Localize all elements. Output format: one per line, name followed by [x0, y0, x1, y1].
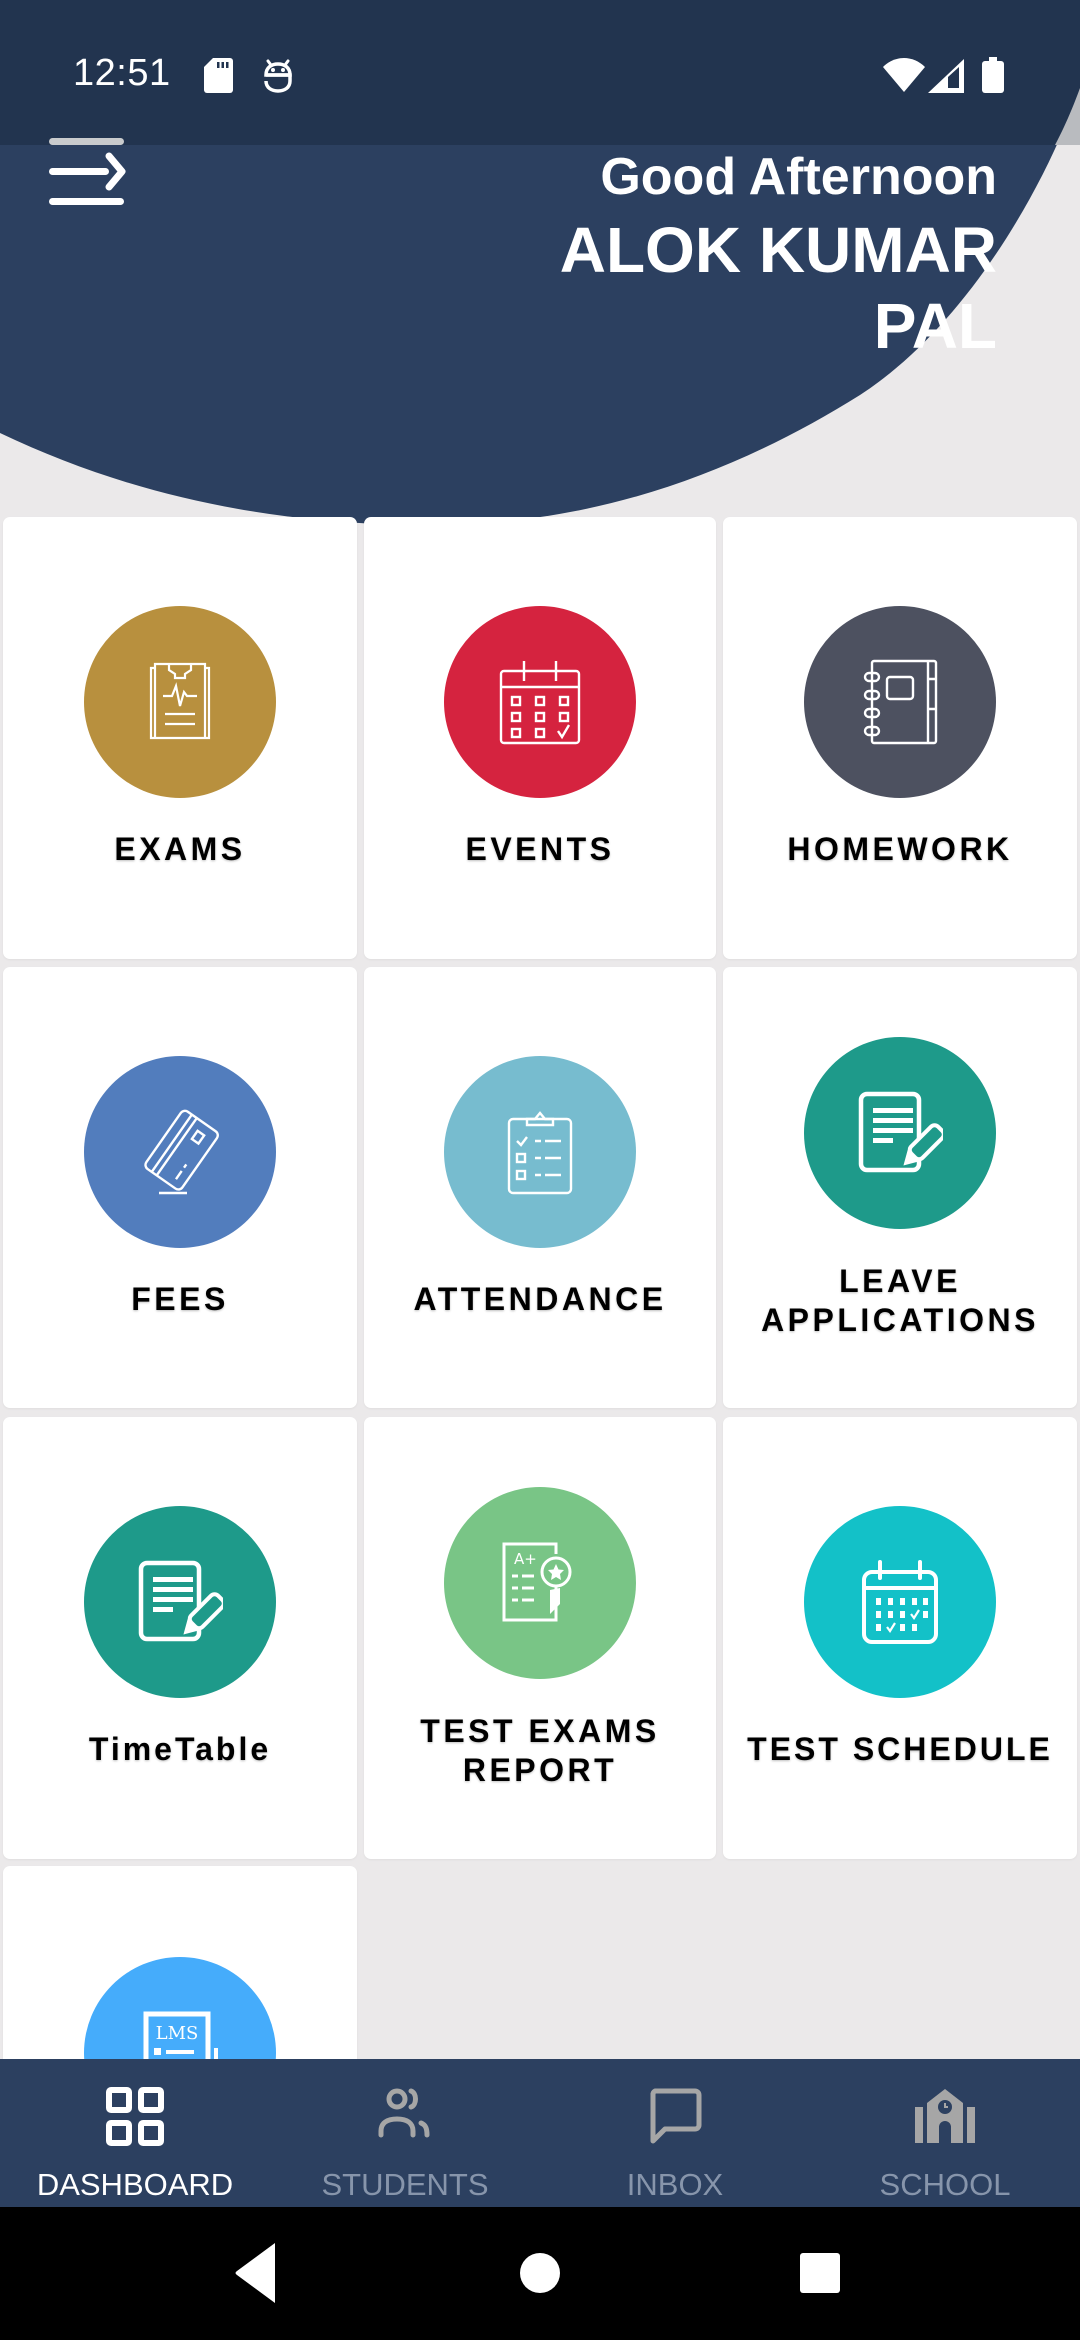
homework-icon-circle	[804, 606, 996, 798]
timetable-icon-circle	[84, 1506, 276, 1698]
people-icon	[378, 2088, 430, 2138]
exams-icon-circle	[84, 606, 276, 798]
nav-school[interactable]: SCHOOL	[810, 2059, 1080, 2207]
tile-test-schedule[interactable]: TEST SCHEDULE	[723, 1417, 1077, 1859]
tile-label: ATTENDANCE	[413, 1281, 667, 1317]
system-navigation-bar	[0, 2207, 1080, 2340]
svg-text:LMS: LMS	[156, 2023, 199, 2044]
test-report-icon-circle: A+	[444, 1487, 636, 1679]
dashboard-grid-icon	[106, 2087, 164, 2146]
battery-icon	[982, 57, 1004, 93]
nav-label: SCHOOL	[879, 2167, 1011, 2202]
svg-text:A+: A+	[514, 1550, 537, 1568]
tile-label-line1: TEST EXAMS	[420, 1713, 660, 1749]
fees-icon-circle	[84, 1056, 276, 1248]
tile-label-line1: LEAVE	[839, 1263, 961, 1299]
nav-label: INBOX	[626, 2167, 724, 2202]
greeting-block: Good Afternoon ALOK KUMAR PAL	[560, 146, 997, 364]
school-building-icon	[915, 2089, 975, 2143]
recents-icon[interactable]	[780, 2237, 860, 2309]
attendance-icon-circle	[444, 1056, 636, 1248]
status-time: 12:51	[73, 52, 171, 94]
android-debug-icon	[264, 59, 292, 93]
tile-timetable[interactable]: TimeTable	[3, 1417, 357, 1859]
credit-card-icon	[144, 1109, 219, 1195]
document-pencil-icon	[138, 1560, 223, 1642]
leave-icon-circle	[804, 1037, 996, 1229]
bottom-navigation: DASHBOARD STUDENTS INBOX SCHOOL	[0, 2059, 1080, 2207]
back-icon[interactable]	[217, 2237, 297, 2309]
schedule-calendar-icon	[862, 1560, 938, 1644]
tile-leave-applications[interactable]: LEAVE APPLICATIONS	[723, 967, 1077, 1408]
menu-arrow-icon	[49, 138, 126, 205]
tile-label-line2: APPLICATIONS	[761, 1302, 1039, 1338]
nav-label: DASHBOARD	[36, 2167, 234, 2202]
events-icon-circle	[444, 606, 636, 798]
tile-homework[interactable]: HOMEWORK	[723, 517, 1077, 959]
tile-events[interactable]: EVENTS	[364, 517, 716, 959]
menu-button[interactable]	[44, 130, 134, 210]
tile-fees[interactable]: FEES	[3, 967, 357, 1408]
greeting-text: Good Afternoon	[600, 148, 997, 206]
checklist-clipboard-icon	[507, 1111, 573, 1195]
home-icon[interactable]	[500, 2237, 580, 2309]
nav-students[interactable]: STUDENTS	[270, 2059, 540, 2207]
tile-label: TimeTable	[88, 1731, 272, 1767]
chat-bubble-icon	[650, 2088, 702, 2144]
tile-label: EVENTS	[465, 831, 615, 867]
test-schedule-icon-circle	[804, 1506, 996, 1698]
tile-label: TEST SCHEDULE	[747, 1731, 1053, 1767]
tile-attendance[interactable]: ATTENDANCE	[364, 967, 716, 1408]
status-bar-content: 12:51	[0, 0, 1080, 145]
nav-inbox[interactable]: INBOX	[540, 2059, 810, 2207]
notebook-icon	[863, 659, 938, 745]
tile-label: HOMEWORK	[787, 831, 1013, 867]
tile-label: EXAMS	[114, 831, 246, 867]
document-pencil-icon	[858, 1091, 943, 1173]
tile-test-exams-report[interactable]: A+ TEST EXAMS REPORT	[364, 1417, 716, 1859]
calendar-icon	[499, 661, 581, 745]
tile-label-line2: REPORT	[462, 1752, 618, 1788]
cell-signal-icon	[928, 59, 964, 93]
clipboard-pulse-icon	[149, 662, 211, 740]
sd-card-icon	[204, 58, 233, 93]
report-card-icon: A+	[502, 1542, 572, 1622]
nav-label: STUDENTS	[321, 2167, 489, 2202]
wifi-icon	[883, 58, 925, 92]
nav-dashboard[interactable]: DASHBOARD	[0, 2059, 270, 2207]
user-name-line1: ALOK KUMAR	[559, 214, 997, 286]
tile-exams[interactable]: EXAMS	[3, 517, 357, 959]
tile-label: FEES	[131, 1281, 229, 1317]
user-name-line2: PAL	[873, 290, 997, 362]
